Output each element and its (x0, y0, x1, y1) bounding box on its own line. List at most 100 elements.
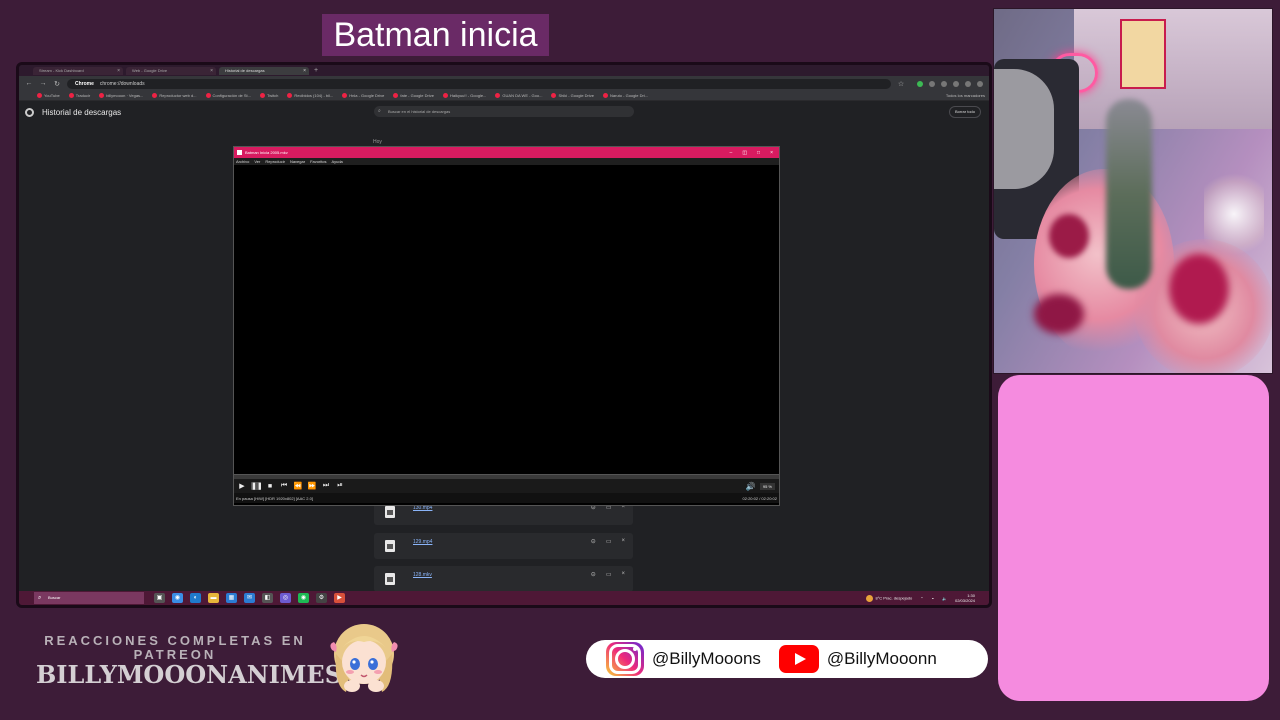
browser-tab-1[interactable]: Web - Google Drive × (126, 66, 216, 75)
taskbar-search-input[interactable]: ⌕ Buscar (34, 592, 144, 604)
store-icon[interactable]: ▦ (226, 593, 237, 603)
webcam-poster (1120, 19, 1166, 89)
player-menu-item[interactable]: Archivo (236, 158, 249, 165)
previous-icon[interactable]: ⏮ (279, 482, 289, 490)
next-icon[interactable]: ⏭ (321, 482, 331, 490)
close-tab-icon[interactable]: × (303, 67, 306, 75)
extensions-puzzle-icon[interactable] (929, 80, 935, 87)
url-input[interactable]: Chrome chrome://downloads (67, 78, 891, 89)
desktop-capture: Stream - Kick Dashboard × Web - Google Dr… (16, 62, 992, 608)
media-player-taskbar-icon[interactable]: ▶ (334, 593, 345, 603)
volume-level[interactable]: 95 % (759, 482, 775, 490)
copy-link-icon[interactable]: ⊝ (591, 571, 596, 578)
extension-icon[interactable] (917, 80, 923, 87)
task-view-icon[interactable]: ▣ (154, 593, 165, 603)
download-item[interactable]: 129.mp4 ⊝ ▭ × (374, 533, 633, 559)
network-icon[interactable]: ◓ (932, 596, 934, 601)
maximize-icon[interactable]: □ (757, 150, 760, 156)
browser-tab-2[interactable]: Historial de descargas × (219, 66, 309, 75)
bookmark-label: YouTube (44, 93, 60, 98)
download-item[interactable]: 128.mkv ⊝ ▭ × (374, 566, 633, 592)
volume-icon[interactable]: 🔊 (746, 482, 756, 491)
stream-title: Batman inicia (322, 14, 549, 56)
pause-icon[interactable]: ❚❚ (251, 482, 263, 490)
settings-icon[interactable]: ⚙ (316, 593, 327, 603)
bookmark-label: fate - Google Drive (400, 93, 434, 98)
bookmark-item[interactable]: GUAN DA WE - Goo... (495, 93, 542, 98)
clear-all-button[interactable]: Borrar todo (949, 106, 981, 118)
downloads-search-input[interactable]: ⌕ Buscar en el historial de descargas (374, 106, 634, 117)
forward-icon[interactable]: ⏩ (307, 482, 317, 490)
player-menu-item[interactable]: Ver (254, 158, 260, 165)
weather-text: 8°C Prac. despejado (875, 595, 913, 601)
volume-tray-icon[interactable]: 🔈 (942, 596, 947, 601)
bookmark-item[interactable]: fate - Google Drive (393, 93, 434, 98)
close-tab-icon[interactable]: × (210, 67, 213, 75)
spotify-icon[interactable]: ◉ (298, 593, 309, 603)
player-menu-item[interactable]: Favoritos (310, 158, 326, 165)
play-icon[interactable]: ▶ (237, 482, 247, 490)
open-folder-icon[interactable]: ▭ (606, 571, 612, 578)
new-tab-icon[interactable]: + (314, 67, 318, 74)
discord-icon[interactable]: ◎ (280, 593, 291, 603)
file-explorer-icon[interactable]: ▬ (208, 593, 219, 603)
media-player-window: Batman Inicia 2005.mkv – ◫ □ × Archivo Ve… (233, 146, 780, 506)
bookmark-item[interactable]: YouTube (37, 93, 60, 98)
download-filename[interactable]: 128.mkv (413, 572, 432, 578)
weather-widget[interactable]: 8°C Prac. despejado (866, 594, 913, 602)
menu-dots-icon[interactable] (977, 80, 983, 87)
pink-panel (998, 375, 1269, 701)
bookmark-item[interactable]: Haikyuu!! - Google... (442, 93, 486, 98)
back-icon[interactable]: ← (25, 80, 33, 87)
copy-link-icon[interactable]: ⊝ (591, 538, 596, 545)
taskbar-search-label: Buscar (48, 595, 61, 600)
open-folder-icon[interactable]: ▭ (606, 538, 612, 545)
bookmark-item[interactable]: Reproductor web d... (152, 93, 197, 98)
profile-avatar-icon[interactable] (965, 80, 971, 87)
tray-overflow-icon[interactable]: ⌃ (920, 596, 923, 601)
frame-step-icon[interactable]: ⏯ (335, 482, 345, 490)
reload-icon[interactable]: ↻ (53, 80, 61, 88)
bookmark-item[interactable]: Shiki - Google Drive (551, 93, 594, 98)
browser-tab-0[interactable]: Stream - Kick Dashboard × (33, 66, 123, 75)
bookmark-item[interactable]: Recibidos (104) - bil... (287, 93, 333, 98)
player-menu-item[interactable]: Reproducir (265, 158, 285, 165)
download-filename[interactable]: 129.mp4 (413, 539, 432, 545)
address-bar: ← → ↻ Chrome chrome://downloads ☆ (19, 76, 989, 91)
bookmark-item[interactable]: Configuración de St... (205, 93, 251, 98)
forward-icon[interactable]: → (39, 80, 47, 87)
close-tab-icon[interactable]: × (117, 67, 120, 75)
chrome-taskbar-icon[interactable]: ◉ (172, 593, 183, 603)
fullscreen-icon[interactable]: ◫ (742, 150, 747, 156)
taskbar-clock[interactable]: 1:30 02/03/2024 (955, 593, 975, 603)
file-icon (385, 540, 395, 552)
bookmark-star-icon[interactable]: ☆ (897, 80, 905, 88)
bookmark-item[interactable]: Traducir (68, 93, 90, 98)
sidepanel-icon[interactable] (941, 80, 947, 87)
bookmark-item[interactable]: Naruto - Google Dri... (603, 93, 648, 98)
app-icon[interactable]: ◧ (262, 593, 273, 603)
search-icon: ⌕ (378, 108, 381, 114)
rewind-icon[interactable]: ⏪ (293, 482, 303, 490)
player-logo-icon (237, 150, 242, 155)
video-area[interactable] (234, 165, 779, 474)
player-menu-item[interactable]: Navegar (290, 158, 305, 165)
stop-icon[interactable]: ■ (265, 483, 275, 490)
instagram-icon (606, 642, 644, 676)
search-placeholder: Buscar en el historial de descargas (388, 109, 451, 114)
bookmark-item[interactable]: Twitch (260, 93, 278, 98)
mail-icon[interactable]: ✉ (244, 593, 255, 603)
bookmark-favicon-icon (342, 93, 348, 98)
player-titlebar[interactable]: Batman Inicia 2005.mkv – ◫ □ × (234, 147, 779, 158)
download-icon[interactable] (953, 80, 959, 87)
remove-icon[interactable]: × (621, 571, 625, 578)
bookmark-item[interactable]: billymooon · Vegas... (99, 93, 143, 98)
windows-taskbar: ⌕ Buscar ▣ ◉ ◐ ▬ ▦ ✉ ◧ ◎ ◉ ⚙ ▶ 8°C Prac. … (19, 591, 989, 605)
close-icon[interactable]: × (770, 150, 773, 156)
edge-taskbar-icon[interactable]: ◐ (190, 593, 201, 603)
minimize-icon[interactable]: – (730, 150, 733, 156)
all-bookmarks-link[interactable]: Todos los marcadores (946, 93, 985, 98)
bookmark-item[interactable]: Hnla - Google Drive (342, 93, 384, 98)
player-menu-item[interactable]: Ayuda (332, 158, 343, 165)
remove-icon[interactable]: × (621, 538, 625, 545)
